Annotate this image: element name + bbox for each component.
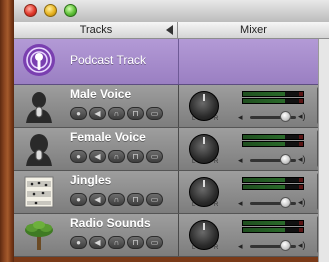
volume-high-icon: ◂)	[298, 240, 306, 250]
volume-low-icon: ◂	[238, 241, 243, 251]
volume-high-icon: ◂)	[298, 197, 306, 207]
level-meter-left	[242, 134, 304, 140]
view-button[interactable]: ▭	[146, 150, 163, 163]
meter-fill	[243, 228, 285, 232]
mute-button[interactable]: ◀	[89, 107, 106, 120]
column-divider	[178, 171, 179, 213]
level-meter-left	[242, 91, 304, 97]
track-controls: ● ◀ ∩ ⊓ ▭	[70, 236, 163, 249]
solo-button[interactable]: ∩	[108, 193, 125, 206]
track-row-podcast[interactable]: Podcast Track	[14, 39, 329, 85]
meter-fill	[243, 99, 285, 103]
collapse-mixer-icon[interactable]	[166, 25, 173, 35]
view-button[interactable]: ▭	[146, 236, 163, 249]
pan-left-label: L	[192, 159, 196, 165]
solo-button[interactable]: ∩	[108, 107, 125, 120]
mixer-header-label: Mixer	[240, 24, 267, 36]
meter-peak	[299, 92, 303, 96]
meter-peak	[299, 135, 303, 139]
meter-fill	[243, 178, 285, 182]
mute-button[interactable]: ◀	[89, 193, 106, 206]
track-controls: ● ◀ ∩ ⊓ ▭	[70, 107, 163, 120]
track-row-female-voice[interactable]: Female Voice ● ◀ ∩ ⊓ ▭ L R ◂ ◂)	[14, 128, 329, 171]
podcast-icon	[23, 44, 55, 76]
track-controls: ● ◀ ∩ ⊓ ▭	[70, 150, 163, 163]
meter-peak	[299, 185, 303, 189]
volume-low-icon: ◂	[238, 112, 243, 122]
volume-low-icon: ◂	[238, 198, 243, 208]
meter-fill	[243, 92, 285, 96]
meter-peak	[299, 142, 303, 146]
track-row-radio-sounds[interactable]: Radio Sounds ● ◀ ∩ ⊓ ▭ L R ◂ ◂)	[14, 214, 329, 257]
column-divider	[178, 85, 179, 127]
meter-peak	[299, 221, 303, 225]
track-name[interactable]: Male Voice	[70, 87, 131, 101]
track-name[interactable]: Female Voice	[70, 130, 146, 144]
meter-peak	[299, 178, 303, 182]
track-name[interactable]: Jingles	[70, 173, 111, 187]
meter-peak	[299, 228, 303, 232]
volume-slider-thumb[interactable]	[279, 240, 291, 251]
track-controls: ● ◀ ∩ ⊓ ▭	[70, 193, 163, 206]
zoom-button[interactable]	[64, 4, 77, 17]
female-voice-icon	[26, 134, 52, 166]
vertical-scrollbar[interactable]	[318, 39, 329, 262]
track-name[interactable]: Podcast Track	[70, 53, 146, 67]
tracks-header-label: Tracks	[79, 24, 113, 36]
meter-peak	[299, 99, 303, 103]
lock-button[interactable]: ⊓	[127, 107, 144, 120]
mute-button[interactable]: ◀	[89, 150, 106, 163]
track-name[interactable]: Radio Sounds	[70, 216, 151, 230]
close-button[interactable]	[24, 4, 37, 17]
track-header: Tracks Mixer	[14, 22, 329, 39]
wood-sidebar	[0, 0, 14, 262]
track-row-jingles[interactable]: Jingles ● ◀ ∩ ⊓ ▭ L R ◂ ◂)	[14, 171, 329, 214]
pan-right-label: R	[214, 159, 219, 165]
record-enable-button[interactable]: ●	[70, 236, 87, 249]
pan-right-label: R	[214, 202, 219, 208]
level-meter-left	[242, 220, 304, 226]
column-divider	[178, 128, 179, 170]
pan-left-label: L	[192, 202, 196, 208]
volume-high-icon: ◂)	[298, 111, 306, 121]
mute-button[interactable]: ◀	[89, 236, 106, 249]
volume-slider-thumb[interactable]	[279, 154, 291, 165]
volume-slider-thumb[interactable]	[279, 111, 291, 122]
lock-button[interactable]: ⊓	[127, 236, 144, 249]
track-row-male-voice[interactable]: Male Voice ● ◀ ∩ ⊓ ▭ L R ◂ ◂)	[14, 85, 329, 128]
pan-right-label: R	[214, 245, 219, 251]
level-meter-right	[242, 141, 304, 147]
level-meter-right	[242, 184, 304, 190]
tree-icon	[25, 221, 53, 250]
volume-slider-thumb[interactable]	[279, 197, 291, 208]
solo-button[interactable]: ∩	[108, 236, 125, 249]
meter-fill	[243, 221, 285, 225]
sheet-music-icon	[24, 176, 54, 208]
volume-low-icon: ◂	[238, 155, 243, 165]
level-meter-right	[242, 227, 304, 233]
window-titlebar	[14, 0, 329, 23]
meter-fill	[243, 185, 285, 189]
lock-button[interactable]: ⊓	[127, 193, 144, 206]
level-meter-right	[242, 98, 304, 104]
column-divider	[178, 214, 179, 256]
view-button[interactable]: ▭	[146, 107, 163, 120]
solo-button[interactable]: ∩	[108, 150, 125, 163]
volume-high-icon: ◂)	[298, 154, 306, 164]
level-meter-left	[242, 177, 304, 183]
male-voice-icon	[26, 92, 52, 123]
pan-left-label: L	[192, 116, 196, 122]
meter-fill	[243, 135, 285, 139]
column-divider	[178, 39, 179, 84]
pan-left-label: L	[192, 245, 196, 251]
minimize-button[interactable]	[44, 4, 57, 17]
view-button[interactable]: ▭	[146, 193, 163, 206]
record-enable-button[interactable]: ●	[70, 107, 87, 120]
meter-fill	[243, 142, 285, 146]
pan-right-label: R	[214, 116, 219, 122]
lock-button[interactable]: ⊓	[127, 150, 144, 163]
record-enable-button[interactable]: ●	[70, 193, 87, 206]
record-enable-button[interactable]: ●	[70, 150, 87, 163]
